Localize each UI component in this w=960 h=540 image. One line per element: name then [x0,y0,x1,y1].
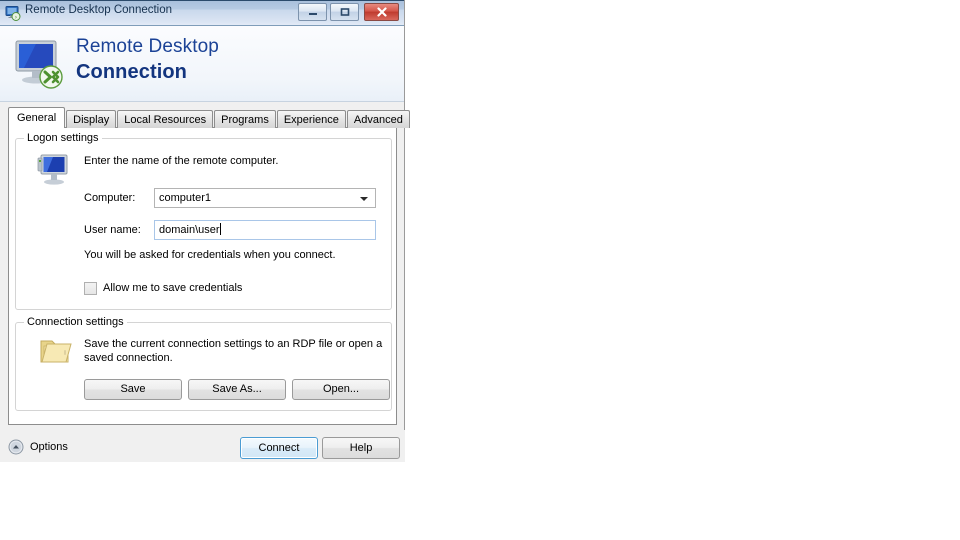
connection-settings-title: Connection settings [24,316,127,328]
tab-general[interactable]: General [8,107,66,128]
minimize-icon [299,4,326,20]
logon-settings-title: Logon settings [24,132,102,144]
maximize-button[interactable] [330,3,359,21]
logon-settings-group: Logon settings Enter the name of the rem… [15,132,392,310]
tab-advanced[interactable]: Advanced [346,110,410,128]
window-title: Remote Desktop Connection [25,4,173,16]
banner-title-line2: Connection [76,61,187,83]
header-banner: Remote Desktop Connection [0,26,404,102]
computer-combobox[interactable]: computer1 [154,188,376,208]
credentials-note: You will be asked for credentials when y… [84,249,336,261]
tab-programs[interactable]: Programs [214,110,276,128]
svg-text:›: › [15,14,17,21]
save-button[interactable]: Save [84,379,182,400]
tab-panel-general: Logon settings Enter the name of the rem… [8,127,397,425]
logon-description: Enter the name of the remote computer. [84,155,279,167]
connect-button[interactable]: Connect [240,437,318,459]
banner-title-line1: Remote Desktop [76,36,219,57]
computer-monitor-icon [36,153,72,187]
chevron-down-icon[interactable] [360,197,368,201]
connection-settings-group: Connection settings Save the current con… [15,316,392,411]
close-icon [365,4,398,20]
open-folder-icon [38,335,74,369]
save-credentials-checkbox[interactable] [84,282,97,295]
minimize-button[interactable] [298,3,327,21]
remote-desktop-monitor-icon [12,36,68,92]
computer-label: Computer: [84,192,136,204]
username-input[interactable]: domain\user [154,220,376,240]
chevron-up-circle-icon[interactable] [8,439,24,455]
username-label: User name: [84,224,141,236]
connection-description: Save the current connection settings to … [84,338,383,364]
close-button[interactable] [364,3,399,21]
save-as-button[interactable]: Save As... [188,379,286,400]
dialog-footer: Options Connect Help [0,430,405,462]
window-titlebar[interactable]: › Remote Desktop Connection [0,0,404,26]
maximize-icon [331,4,358,20]
open-button[interactable]: Open... [292,379,390,400]
tab-local-resources[interactable]: Local Resources [117,110,214,128]
tab-bar: General Display Local Resources Programs… [8,107,411,128]
save-credentials-label[interactable]: Allow me to save credentials [103,282,242,294]
options-button-label[interactable]: Options [30,441,68,453]
remote-desktop-icon: › [5,5,21,21]
help-button[interactable]: Help [322,437,400,459]
username-value: domain\user [159,224,220,236]
computer-value: computer1 [159,192,211,204]
tab-experience[interactable]: Experience [276,110,346,128]
tab-display[interactable]: Display [66,110,117,128]
remote-desktop-connection-window: › Remote Desktop Connection Remote Deskt… [0,0,410,462]
text-caret [219,223,221,235]
